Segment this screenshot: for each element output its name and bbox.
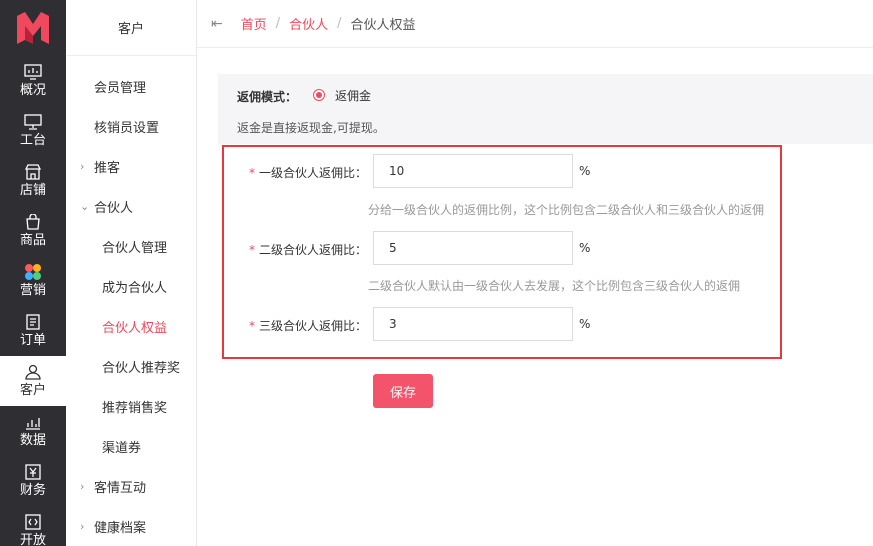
level3-rate-label: * 三级合伙人返佣比： [197,317,367,334]
sidebar-item-label: 合伙人推荐奖 [102,360,181,376]
desktop-icon [23,113,43,131]
user-icon [23,363,43,381]
commission-mode-option[interactable]: 返佣金 [335,87,371,104]
level1-rate-label: * 一级合伙人返佣比： [197,164,367,181]
chevron-right-icon: › [80,479,85,493]
rail-item-label: 数据 [19,433,46,448]
chevron-right-icon: › [80,159,85,173]
commission-mode-description: 返金是直接返现金,可提现。 [237,121,385,135]
rail-item-open[interactable]: 开放 [0,506,66,546]
sidebar-item-partner-management[interactable]: 合伙人管理 [66,228,197,264]
breadcrumb-current: 合伙人权益 [350,18,416,33]
monitor-chart-icon [23,63,43,81]
rail-item-label: 开放 [19,533,46,546]
sidebar-item-label: 健康档案 [94,520,147,536]
sidebar-item-member-management[interactable]: 会员管理 [66,68,197,104]
level1-rate-hint: 分给一级合伙人的返佣比例，这个比例包含二级合伙人和三级合伙人的返佣 [368,203,765,217]
sidebar-item-label: 合伙人管理 [102,240,168,256]
rail-item-data[interactable]: 数据 [0,406,66,456]
save-button[interactable]: 保存 [373,374,433,408]
sidebar-item-label: 合伙人权益 [102,320,168,336]
rail-item-label: 工台 [19,133,46,148]
rail-item-marketing[interactable]: 营销 [0,256,66,306]
bag-icon [23,213,43,231]
rail-item-overview[interactable]: 概况 [0,56,66,106]
sidebar-item-label: 客情互动 [94,480,147,496]
sidebar-title: 客户 [66,0,196,56]
sidebar-item-partner-referral-reward[interactable]: 合伙人推荐奖 [66,348,197,384]
sidebar-group-partner[interactable]: ⌄ 合伙人 [66,188,197,224]
store-icon [23,163,43,181]
sidebar-item-label: 核销员设置 [94,120,160,136]
required-mark: * [248,243,255,257]
level2-rate-label: * 二级合伙人返佣比： [197,241,367,258]
level3-rate-input[interactable] [373,307,573,341]
commission-mode-label: 返佣模式： [237,90,298,104]
chevron-down-icon: ⌄ [80,199,90,213]
commission-mode-radio[interactable] [313,89,325,101]
rail-item-customers[interactable]: 客户 [0,356,66,406]
sidebar-item-label: 合伙人 [94,200,134,216]
level1-rate-unit: % [579,164,591,178]
level1-rate-label-text: 一级合伙人返佣比： [258,166,367,180]
level1-rate-input[interactable] [373,154,573,188]
app-root: 概况 工台 店铺 商品 营销 订单 客户 数据 财务 开放 客户 会员管理 核销… [0,0,873,546]
sidebar-item-label: 成为合伙人 [102,280,168,296]
rail-item-label: 概况 [19,83,46,98]
level2-rate-input[interactable] [373,231,573,265]
sidebar-item-label: 推荐销售奖 [102,400,168,416]
sidebar-group-health-records[interactable]: › 健康档案 [66,508,197,544]
level3-rate-unit: % [579,317,591,331]
sidebar-item-label: 推客 [94,160,121,176]
sidebar-group-customer-interaction[interactable]: › 客情互动 [66,468,197,504]
main-content: 返佣模式： 返佣金 返金是直接返现金,可提现。 *一级合伙人返佣比： % 分给一… [197,56,873,546]
data-chart-icon [23,413,43,431]
sidebar-group-promoter[interactable]: › 推客 [66,148,197,184]
sidebar-item-become-partner[interactable]: 成为合伙人 [66,268,197,304]
rail-item-orders[interactable]: 订单 [0,306,66,356]
order-icon [23,313,43,331]
app-logo[interactable] [0,0,66,56]
chevron-right-icon: › [80,519,85,533]
logo-icon [17,12,49,44]
rail-item-store[interactable]: 店铺 [0,156,66,206]
sidebar-item-referral-sales-reward[interactable]: 推荐销售奖 [66,388,197,424]
rail-item-label: 订单 [19,333,46,348]
breadcrumb: ⇤ 首页 / 合伙人 / 合伙人权益 [197,0,873,48]
main-nav-rail: 概况 工台 店铺 商品 营销 订单 客户 数据 财务 开放 [0,0,66,546]
level2-rate-hint: 二级合伙人默认由一级合伙人去发展，这个比例包含三级合伙人的返佣 [368,279,741,293]
customer-sidebar: 客户 会员管理 核销员设置 › 推客 ⌄ 合伙人 合伙人管理 成为合伙人 合伙人… [66,0,197,546]
required-mark: * [248,319,255,333]
sidebar-item-label: 渠道券 [102,440,142,456]
rail-item-finance[interactable]: 财务 [0,456,66,506]
level2-rate-unit: % [579,241,591,255]
required-mark: * [248,166,255,180]
sidebar-item-verifier-settings[interactable]: 核销员设置 [66,108,197,144]
rail-item-workbench[interactable]: 工台 [0,106,66,156]
rail-item-label: 营销 [19,283,46,298]
commission-mode-panel: 返佣模式： 返佣金 返金是直接返现金,可提现。 [218,74,873,144]
level2-rate-label-text: 二级合伙人返佣比： [258,243,367,257]
code-icon [23,513,43,531]
rail-item-goods[interactable]: 商品 [0,206,66,256]
rail-item-label: 财务 [19,483,46,498]
collapse-sidebar-icon[interactable]: ⇤ [211,16,223,32]
breadcrumb-separator: / [337,16,342,31]
breadcrumb-home[interactable]: 首页 [241,14,267,33]
breadcrumb-separator: / [275,16,281,31]
sidebar-item-label: 会员管理 [94,80,147,96]
breadcrumb-partner[interactable]: 合伙人 [289,14,328,33]
level3-rate-label-text: 三级合伙人返佣比： [258,319,367,333]
sidebar-item-partner-benefits[interactable]: 合伙人权益 [66,308,197,344]
rail-item-label: 店铺 [19,183,46,198]
marketing-color-icon [23,263,43,281]
finance-icon [23,463,43,481]
rail-item-label: 商品 [19,233,46,248]
sidebar-item-channel-coupon[interactable]: 渠道券 [66,428,197,464]
rail-item-label: 客户 [19,383,46,398]
